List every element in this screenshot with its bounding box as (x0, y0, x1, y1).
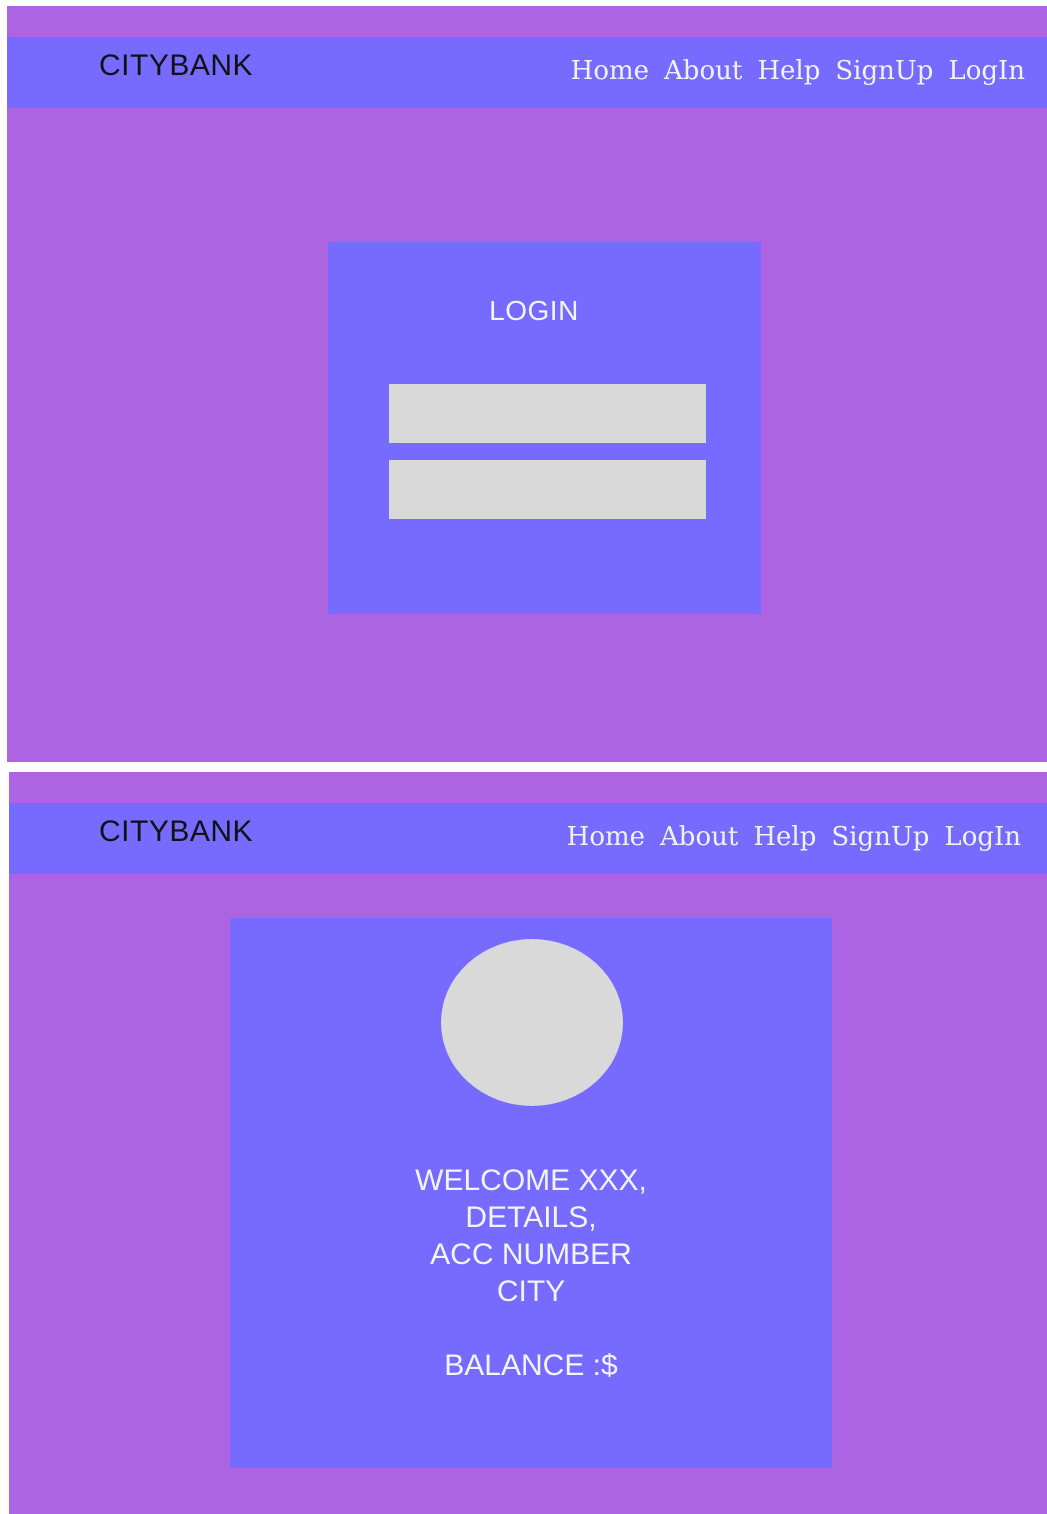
balance-text: BALANCE :$ (444, 1349, 618, 1382)
nav-link-about[interactable]: About (664, 53, 742, 89)
account-card: WELCOME XXX, DETAILS, ACC NUMBER CITY BA… (230, 918, 832, 1468)
navbar: CITYBANK Home About Help SignUp LogIn (7, 37, 1047, 108)
login-title: LOGIN (489, 295, 579, 326)
brand-logo[interactable]: CITYBANK (99, 815, 253, 849)
nav-links: Home About Help SignUp LogIn (571, 53, 1025, 89)
navbar: CITYBANK Home About Help SignUp LogIn (9, 803, 1047, 874)
nav-link-signup[interactable]: SignUp (835, 53, 933, 89)
nav-link-home[interactable]: Home (571, 53, 649, 89)
brand-logo[interactable]: CITYBANK (99, 49, 253, 83)
login-card: LOGIN (328, 242, 761, 614)
nav-link-help[interactable]: Help (757, 53, 820, 89)
account-screen: CITYBANK Home About Help SignUp LogIn WE… (9, 772, 1047, 1514)
password-field[interactable] (389, 460, 706, 519)
username-field[interactable] (389, 384, 706, 443)
nav-link-home[interactable]: Home (567, 819, 645, 855)
nav-link-login[interactable]: LogIn (948, 53, 1025, 89)
acc-number-text: ACC NUMBER (430, 1238, 632, 1271)
login-screen: CITYBANK Home About Help SignUp LogIn LO… (7, 6, 1047, 762)
nav-link-login[interactable]: LogIn (944, 819, 1021, 855)
nav-link-signup[interactable]: SignUp (831, 819, 929, 855)
user-avatar-icon (441, 939, 623, 1106)
city-text: CITY (496, 1275, 566, 1308)
nav-link-help[interactable]: Help (753, 819, 816, 855)
account-details: WELCOME XXX, DETAILS, ACC NUMBER CITY BA… (205, 1162, 857, 1384)
details-text: DETAILS, (465, 1201, 597, 1234)
nav-links: Home About Help SignUp LogIn (567, 819, 1021, 855)
nav-link-about[interactable]: About (660, 819, 738, 855)
welcome-text: WELCOME XXX, (415, 1164, 647, 1197)
